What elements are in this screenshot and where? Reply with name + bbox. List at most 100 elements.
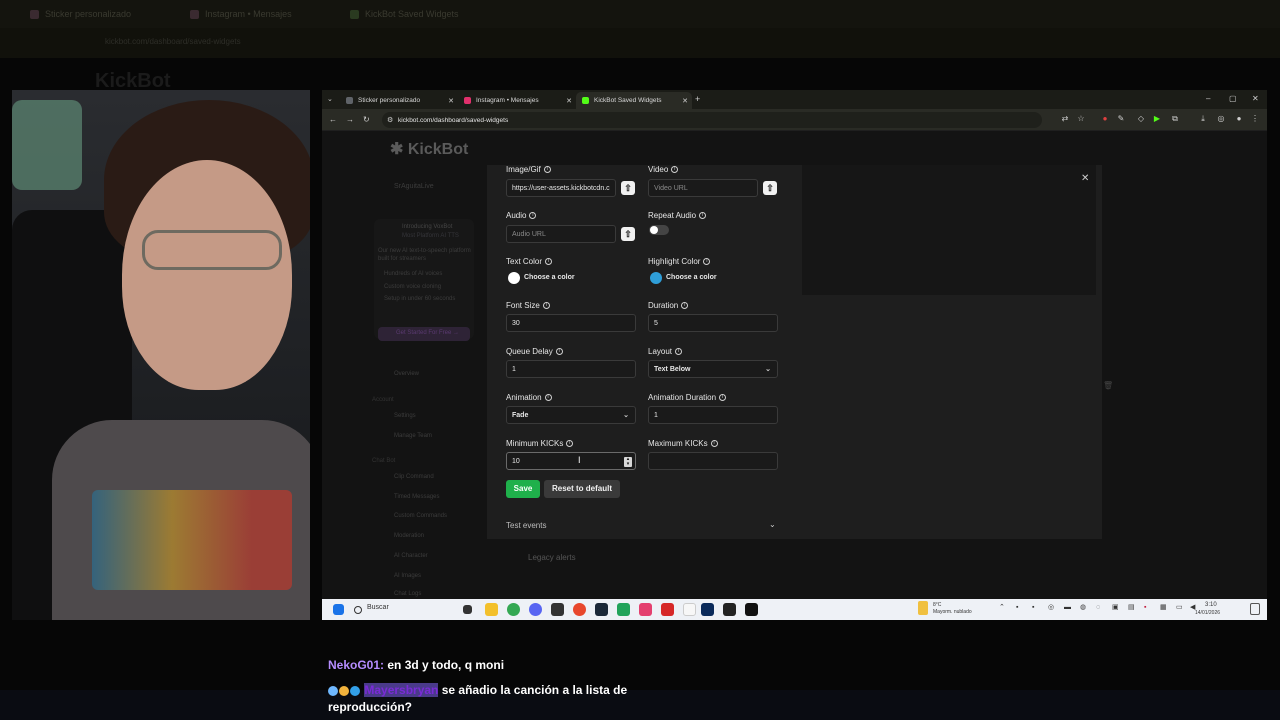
upload-icon[interactable]: ⇧ (621, 181, 635, 195)
tray-icon[interactable]: ▤ (1128, 604, 1135, 611)
discord-icon[interactable] (529, 603, 542, 616)
tray-icon[interactable]: ▣ (1112, 604, 1119, 611)
legacy-alerts-tab[interactable]: Legacy alerts (528, 553, 576, 562)
info-icon[interactable]: i (681, 302, 689, 309)
animation-duration-input[interactable]: 1 (648, 406, 778, 424)
task-view-icon[interactable] (463, 605, 472, 614)
sidebar-item-ai-character[interactable]: AI Character (394, 553, 428, 559)
maximize-button[interactable]: ▢ (1229, 94, 1237, 103)
tab-search-dropdown-icon[interactable]: ⌄ (327, 95, 337, 105)
font-size-input[interactable]: 30 (506, 314, 636, 332)
chevron-down-icon[interactable]: ⌄ (769, 520, 776, 529)
animation-select[interactable]: Fade ⌄ (506, 406, 636, 424)
layout-select[interactable]: Text Below ⌄ (648, 360, 778, 378)
tray-icon[interactable]: ▪ (1032, 604, 1034, 611)
tab-instagram[interactable]: Instagram • Mensajes ✕ (458, 92, 576, 109)
channel-name[interactable]: SrAguitaLive (394, 183, 434, 190)
kickbot-logo[interactable]: ✱ KickBot (390, 139, 468, 159)
sidebar-item-overview[interactable]: Overview (394, 371, 419, 377)
instagram-icon[interactable] (639, 603, 652, 616)
repeat-audio-toggle[interactable] (649, 225, 669, 235)
site-info-icon[interactable]: ⚙ (387, 116, 393, 124)
tray-icon[interactable]: ▦ (1160, 604, 1167, 611)
info-icon[interactable]: i (542, 302, 550, 309)
info-icon[interactable]: i (543, 166, 551, 173)
app-icon[interactable] (745, 603, 758, 616)
minimum-kicks-input[interactable]: 10 ▴ ▾ (506, 452, 636, 470)
queue-delay-input[interactable]: 1 (506, 360, 636, 378)
weather-icon[interactable] (918, 601, 928, 615)
tray-icon[interactable]: ◎ (1048, 604, 1054, 611)
extension-icon[interactable]: ● (1100, 114, 1110, 124)
app-icon[interactable] (617, 603, 630, 616)
info-icon[interactable]: i (566, 440, 574, 447)
chrome-icon[interactable] (507, 603, 520, 616)
sidebar-item-custom-commands[interactable]: Custom Commands (394, 513, 447, 519)
extension-icon[interactable]: ◇ (1136, 114, 1146, 124)
notifications-icon[interactable] (1250, 603, 1260, 615)
tab-kickbot[interactable]: KickBot Saved Widgets ✕ (576, 92, 692, 109)
sidebar-item-clip-command[interactable]: Clip Command (394, 474, 434, 480)
sidebar-item-manage-team[interactable]: Manage Team (394, 433, 432, 439)
save-button[interactable]: Save (506, 480, 540, 498)
video-url-input[interactable]: Video URL (648, 179, 758, 197)
new-tab-button[interactable]: + (695, 94, 700, 104)
info-icon[interactable]: i (671, 166, 679, 173)
file-explorer-icon[interactable] (485, 603, 498, 616)
tray-icon[interactable]: ▪ (1016, 604, 1018, 611)
capcut-icon[interactable] (723, 603, 736, 616)
text-color-picker[interactable]: Choose a color (524, 274, 575, 281)
image-url-input[interactable]: https://user-assets.kickbotcdn.c (506, 179, 616, 197)
info-icon[interactable]: i (544, 394, 552, 401)
minimize-button[interactable]: – (1206, 94, 1210, 103)
photoshop-icon[interactable] (701, 603, 714, 616)
search-icon[interactable] (354, 606, 362, 614)
bookmark-star-icon[interactable]: ☆ (1076, 114, 1086, 124)
tray-icon[interactable]: ◍ (1080, 604, 1086, 611)
steam-icon[interactable] (595, 603, 608, 616)
info-icon[interactable]: i (703, 258, 711, 265)
extensions-puzzle-icon[interactable]: ⧉ (1170, 114, 1180, 124)
app-icon[interactable] (661, 603, 674, 616)
maximum-kicks-input[interactable] (648, 452, 778, 470)
translate-icon[interactable]: ⇄ (1060, 114, 1070, 124)
info-icon[interactable]: i (545, 258, 553, 265)
highlight-color-picker[interactable]: Choose a color (666, 274, 717, 281)
sidebar-item-moderation[interactable]: Moderation (394, 533, 424, 539)
close-icon[interactable]: ✕ (1081, 173, 1089, 184)
sidebar-item-chat-logs[interactable]: Chat Logs (394, 591, 421, 597)
info-icon[interactable]: i (710, 440, 718, 447)
back-icon[interactable]: ← (329, 115, 337, 124)
tray-icon[interactable]: ▬ (1064, 604, 1071, 611)
info-icon[interactable]: i (529, 212, 537, 219)
taskbar-search[interactable]: Buscar (367, 604, 389, 611)
download-icon[interactable]: ⤓ (1198, 114, 1208, 124)
info-icon[interactable]: i (719, 394, 727, 401)
network-icon[interactable]: ▭ (1176, 604, 1183, 611)
app-icon[interactable] (551, 603, 564, 616)
weather-description[interactable]: Mayorm. nublado (933, 609, 972, 616)
app-icon[interactable] (573, 603, 586, 616)
play-extension-icon[interactable]: ▶ (1152, 114, 1162, 124)
tray-icon[interactable]: ◌ (1096, 604, 1100, 611)
url-input[interactable]: ⚙ kickbot.com/dashboard/saved-widgets (382, 112, 1042, 128)
taskbar-time[interactable]: 3:10 (1205, 602, 1217, 609)
sidebar-item-settings[interactable]: Settings (394, 413, 416, 419)
weather-temperature[interactable]: 8°C (933, 602, 941, 609)
tray-icon[interactable]: ▪ (1144, 604, 1146, 611)
tab-sticker[interactable]: Sticker personalizado ✕ (340, 92, 458, 109)
profile-icon[interactable]: ◎ (1216, 114, 1226, 124)
close-icon[interactable]: ✕ (566, 97, 572, 105)
info-icon[interactable]: i (675, 348, 683, 355)
duration-input[interactable]: 5 (648, 314, 778, 332)
audio-url-input[interactable]: Audio URL (506, 225, 616, 243)
tray-chevron-up-icon[interactable]: ⌃ (999, 604, 1005, 611)
avatar[interactable]: ● (1234, 114, 1244, 124)
text-color-swatch[interactable] (508, 272, 520, 284)
menu-icon[interactable]: ⋮ (1250, 114, 1260, 124)
windows-start-icon[interactable] (333, 604, 344, 615)
reset-to-default-button[interactable]: Reset to default (544, 480, 620, 498)
close-icon[interactable]: ✕ (448, 97, 454, 105)
sidebar-item-ai-images[interactable]: AI Images (394, 573, 421, 579)
info-icon[interactable]: i (555, 348, 563, 355)
